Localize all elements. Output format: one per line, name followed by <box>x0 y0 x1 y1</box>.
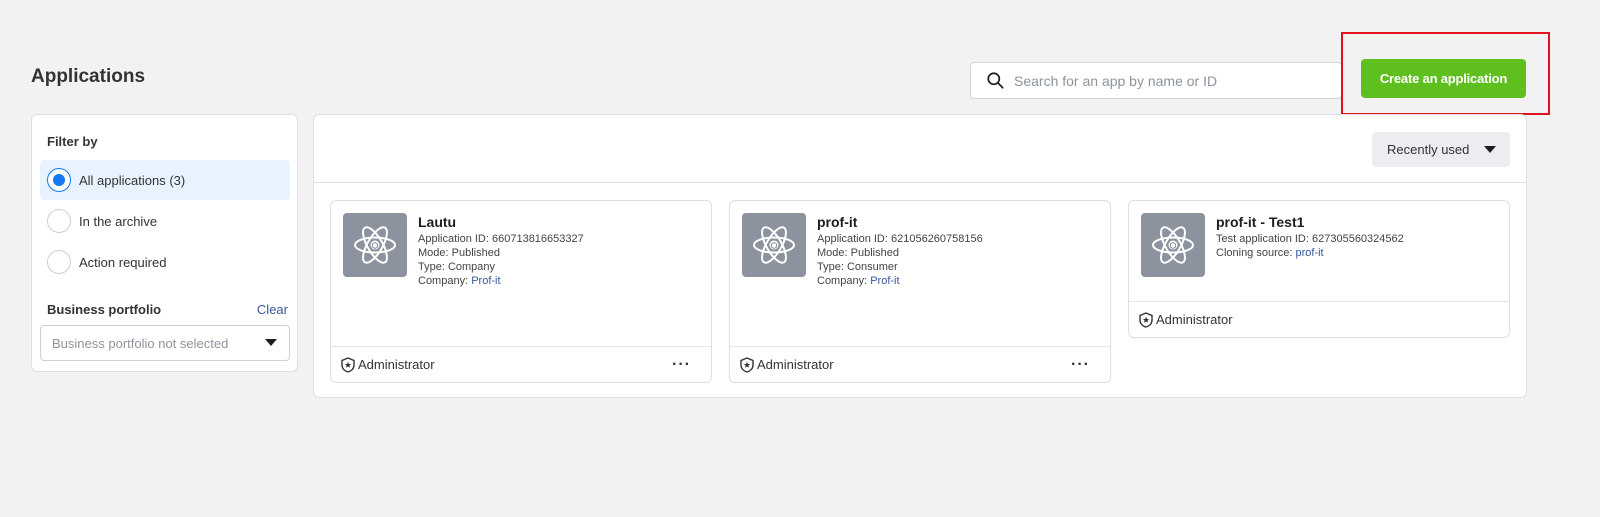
business-portfolio-select-value: Business portfolio not selected <box>52 335 229 351</box>
caret-down-icon <box>265 339 277 346</box>
app-type: Type: Consumer <box>817 261 898 273</box>
business-portfolio-clear-link[interactable]: Clear <box>257 302 288 317</box>
apps-panel: Recently used Lautu Application ID: 6607… <box>313 114 1527 398</box>
app-cloning-link[interactable]: prof-it <box>1296 247 1324 259</box>
app-card-lautu[interactable]: Lautu Application ID: 660713816653327 Mo… <box>330 200 712 383</box>
app-company-link[interactable]: Prof-it <box>471 275 500 287</box>
radio-button[interactable] <box>47 209 71 233</box>
app-cloning-label: Cloning source: <box>1216 247 1296 259</box>
app-role-label: Administrator <box>1156 312 1233 327</box>
app-id: Application ID: 621056260758156 <box>817 233 983 245</box>
search-input[interactable] <box>1012 71 1332 90</box>
filter-option-label: In the archive <box>79 213 158 229</box>
filter-option-label: Action required <box>79 254 167 270</box>
admin-shield-icon <box>341 356 355 373</box>
app-name[interactable]: prof-it <box>817 214 983 230</box>
filter-panel: Filter by All applications (3) In the ar… <box>31 114 298 372</box>
app-name[interactable]: Lautu <box>418 214 584 230</box>
app-atom-icon <box>1141 213 1205 277</box>
app-company: Company: Prof-it <box>817 274 983 288</box>
admin-shield-icon <box>1139 311 1153 328</box>
business-portfolio-select[interactable]: Business portfolio not selected <box>40 325 290 361</box>
app-card-prof-it-test1[interactable]: prof-it - Test1 Test application ID: 627… <box>1128 200 1510 338</box>
app-id: Application ID: 660713816653327 <box>418 233 584 245</box>
filter-option-label: All applications (3) <box>79 172 186 188</box>
sort-dropdown[interactable]: Recently used <box>1372 132 1510 167</box>
app-type: Type: Company <box>418 261 496 273</box>
highlight-box <box>1341 32 1550 115</box>
app-company-label: Company: <box>418 275 472 287</box>
app-cloning-source: Cloning source: prof-it <box>1216 246 1404 260</box>
sort-label: Recently used <box>1387 142 1470 157</box>
filter-option-action-required[interactable]: Action required <box>40 242 290 282</box>
app-card-prof-it[interactable]: prof-it Application ID: 621056260758156 … <box>729 200 1111 383</box>
business-portfolio-label: Business portfolio <box>47 302 162 317</box>
app-mode: Mode: Published <box>817 247 899 259</box>
filter-option-archive[interactable]: In the archive <box>40 201 290 241</box>
page-title: Applications <box>31 66 146 87</box>
radio-button[interactable] <box>47 250 71 274</box>
caret-down-icon <box>1484 145 1496 153</box>
app-atom-icon <box>742 213 806 277</box>
app-name[interactable]: prof-it - Test1 <box>1216 214 1404 230</box>
search-box[interactable] <box>970 62 1342 99</box>
app-role: Administrator <box>341 356 435 373</box>
more-options-icon[interactable]: ··· <box>668 356 695 372</box>
apps-panel-header: Recently used <box>314 115 1526 183</box>
app-id: Test application ID: 627305560324562 <box>1216 233 1404 245</box>
app-role-label: Administrator <box>757 357 834 372</box>
filter-option-all[interactable]: All applications (3) <box>40 160 290 200</box>
more-options-icon[interactable]: ··· <box>1067 356 1094 372</box>
app-company-label: Company: <box>817 275 871 287</box>
app-company-link[interactable]: Prof-it <box>870 275 899 287</box>
app-role: Administrator <box>1139 311 1233 328</box>
radio-button-selected[interactable] <box>47 168 71 192</box>
app-company: Company: Prof-it <box>418 274 584 288</box>
search-icon <box>987 72 1004 89</box>
admin-shield-icon <box>740 356 754 373</box>
filter-title: Filter by <box>47 134 98 149</box>
app-role-label: Administrator <box>358 357 435 372</box>
app-atom-icon <box>343 213 407 277</box>
app-role: Administrator <box>740 356 834 373</box>
app-mode: Mode: Published <box>418 247 500 259</box>
